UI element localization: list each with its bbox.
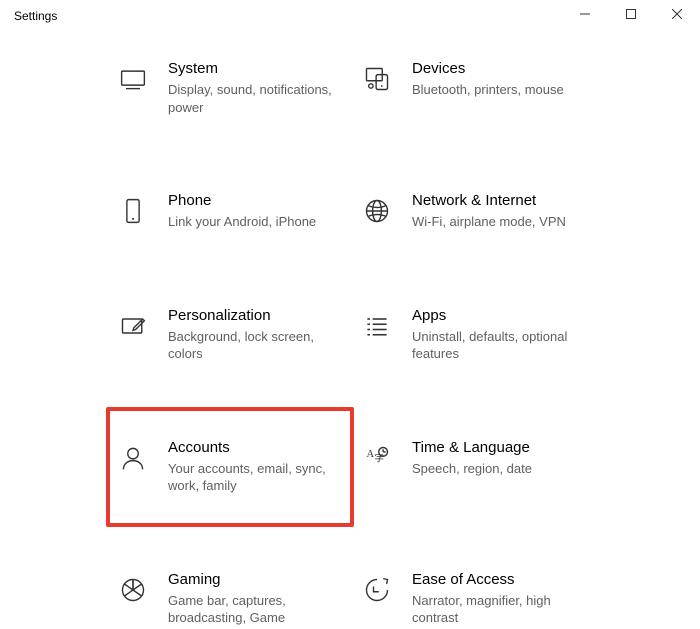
tile-title: Apps <box>412 307 582 324</box>
tile-subtitle: Narrator, magnifier, high contrast <box>412 592 582 627</box>
tile-personalization[interactable]: Personalization Background, lock screen,… <box>110 303 354 367</box>
tile-title: Phone <box>168 192 338 209</box>
tile-subtitle: Game bar, captures, broadcasting, Game <box>168 592 338 627</box>
tile-ease-of-access[interactable]: Ease of Access Narrator, magnifier, high… <box>354 567 598 629</box>
tile-title: Devices <box>412 60 582 77</box>
tile-subtitle: Uninstall, defaults, optional features <box>412 328 582 363</box>
tile-subtitle: Display, sound, notifications, power <box>168 81 338 116</box>
tile-subtitle: Background, lock screen, colors <box>168 328 338 363</box>
tile-devices[interactable]: Devices Bluetooth, printers, mouse <box>354 56 598 120</box>
accounts-icon <box>116 441 150 475</box>
settings-home: System Display, sound, notifications, po… <box>0 36 700 629</box>
tile-network[interactable]: Network & Internet Wi-Fi, airplane mode,… <box>354 188 598 235</box>
phone-icon <box>116 194 150 228</box>
tile-phone[interactable]: Phone Link your Android, iPhone <box>110 188 354 235</box>
tile-time-language[interactable]: A 字 Time & Language Speech, region, date <box>354 435 598 499</box>
personalization-icon <box>116 309 150 343</box>
tile-title: Ease of Access <box>412 571 582 588</box>
tile-title: Network & Internet <box>412 192 582 209</box>
tile-gaming[interactable]: Gaming Game bar, captures, broadcasting,… <box>110 567 354 629</box>
tile-apps[interactable]: Apps Uninstall, defaults, optional featu… <box>354 303 598 367</box>
app-title: Settings <box>0 0 57 23</box>
maximize-button[interactable] <box>608 0 654 28</box>
window-controls <box>562 0 700 28</box>
tile-subtitle: Speech, region, date <box>412 460 582 478</box>
ease-of-access-icon <box>360 573 394 607</box>
titlebar: Settings <box>0 0 700 36</box>
tile-title: Accounts <box>168 439 334 456</box>
tile-subtitle: Link your Android, iPhone <box>168 213 338 231</box>
time-language-icon: A 字 <box>360 441 394 475</box>
tile-subtitle: Wi-Fi, airplane mode, VPN <box>412 213 582 231</box>
tile-title: System <box>168 60 338 77</box>
system-icon <box>116 62 150 96</box>
devices-icon <box>360 62 394 96</box>
globe-icon <box>360 194 394 228</box>
svg-text:A: A <box>367 449 375 460</box>
gaming-icon <box>116 573 150 607</box>
close-button[interactable] <box>654 0 700 28</box>
tile-accounts[interactable]: Accounts Your accounts, email, sync, wor… <box>106 407 354 527</box>
tile-title: Personalization <box>168 307 338 324</box>
tile-subtitle: Bluetooth, printers, mouse <box>412 81 582 99</box>
category-grid: System Display, sound, notifications, po… <box>110 56 700 629</box>
tile-subtitle: Your accounts, email, sync, work, family <box>168 460 334 495</box>
tile-system[interactable]: System Display, sound, notifications, po… <box>110 56 354 120</box>
apps-icon <box>360 309 394 343</box>
tile-title: Gaming <box>168 571 338 588</box>
minimize-button[interactable] <box>562 0 608 28</box>
tile-title: Time & Language <box>412 439 582 456</box>
